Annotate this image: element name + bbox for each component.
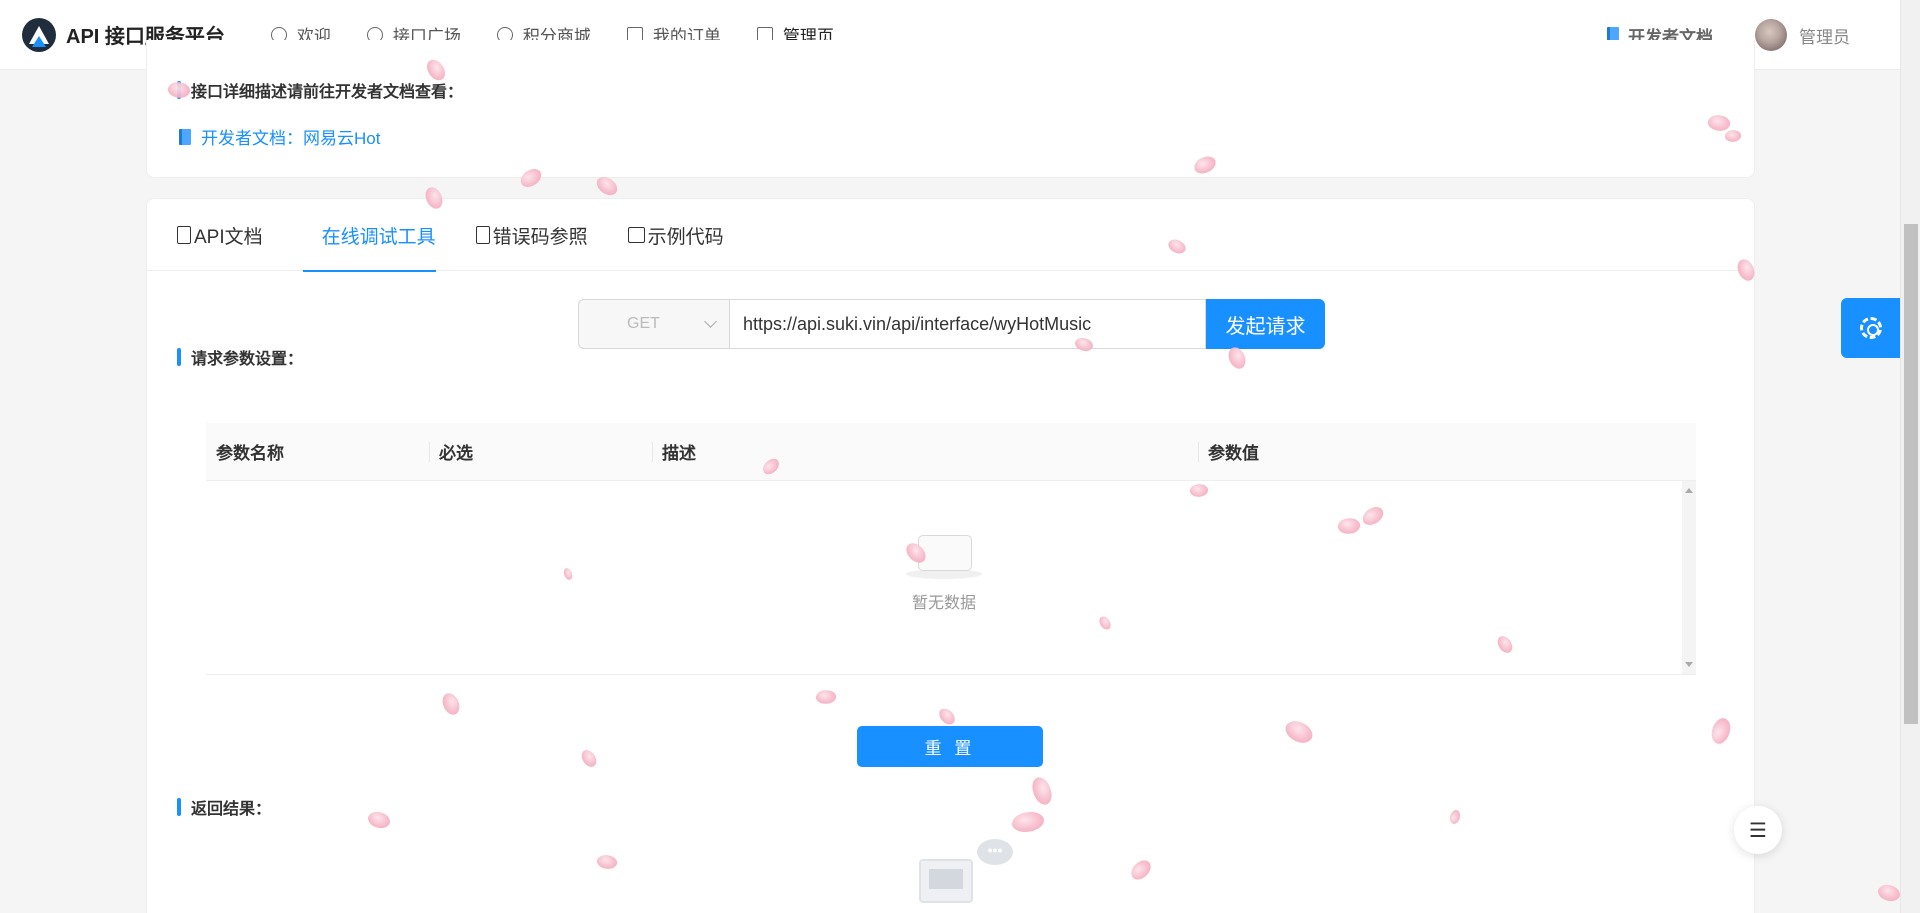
result-title-text: 返回结果： — [191, 801, 272, 818]
empty-text: 暂无数据 — [911, 595, 976, 612]
petal-decoration — [1875, 880, 1903, 906]
tab-bar: API文档 在线调试工具 错误码参照 示例代码 — [147, 199, 1754, 272]
table-header: 参数名称 必选 描述 参数值 — [206, 423, 1696, 481]
debug-card: API文档 在线调试工具 错误码参照 示例代码 GET https://api.… — [146, 198, 1755, 913]
chevron-down-icon — [704, 315, 717, 328]
file-icon — [177, 226, 191, 244]
result-title: 返回结果： — [177, 795, 271, 819]
avatar[interactable] — [1755, 19, 1787, 51]
gear-icon — [1859, 317, 1882, 339]
scrollbar-thumb[interactable] — [1904, 224, 1918, 724]
terminal-icon — [627, 227, 645, 243]
doc-hint-card: 接口详细描述请前往开发者文档查看： 开发者文档：网易云Hot — [146, 40, 1755, 178]
user-name: 管理员 — [1799, 27, 1850, 47]
table-scrollbar[interactable] — [1682, 481, 1696, 674]
toc-button[interactable]: ☰ — [1734, 806, 1782, 854]
tab-label: 在线调试工具 — [321, 226, 436, 248]
settings-button[interactable] — [1841, 298, 1900, 358]
tab-online-debug[interactable]: 在线调试工具 — [302, 199, 436, 272]
column-header: 参数值 — [1198, 423, 1696, 481]
method-value: GET — [627, 315, 660, 332]
column-header: 参数名称 — [216, 444, 284, 463]
tab-sample-code[interactable]: 示例代码 — [627, 199, 724, 271]
dev-doc-link-label: 开发者文档：网易云Hot — [201, 129, 381, 148]
params-title-text: 请求参数设置： — [191, 351, 304, 368]
user-menu[interactable]: 管理员 — [1755, 19, 1850, 51]
section-bar — [177, 798, 181, 816]
logo-icon — [22, 17, 56, 52]
page-scrollbar[interactable] — [1900, 0, 1920, 913]
dev-doc-link[interactable]: 开发者文档：网易云Hot — [179, 124, 380, 149]
params-table: 参数名称 必选 描述 参数值 暂无数据 — [206, 423, 1696, 675]
params-title: 请求参数设置： — [177, 345, 303, 369]
empty-state: 暂无数据 — [206, 531, 1682, 613]
list-icon: ☰ — [1749, 819, 1767, 842]
tab-label: 示例代码 — [647, 226, 724, 248]
url-value: https://api.suki.vin/api/interface/wyHot… — [743, 313, 1092, 334]
doc-hint-text: 接口详细描述请前往开发者文档查看： — [191, 84, 464, 101]
request-bar: GET https://api.suki.vin/api/interface/w… — [578, 299, 1325, 349]
tab-error-codes[interactable]: 错误码参照 — [475, 199, 588, 271]
table-body: 暂无数据 — [206, 481, 1696, 674]
tab-label: API文档 — [194, 226, 263, 248]
tab-label: 错误码参照 — [492, 226, 588, 248]
column-header: 描述 — [652, 423, 1198, 481]
book-icon — [179, 128, 191, 145]
doc-hint-title: 接口详细描述请前往开发者文档查看： — [177, 78, 463, 102]
method-select[interactable]: GET — [578, 299, 730, 349]
reset-button[interactable]: 重 置 — [857, 726, 1043, 767]
file-error-icon — [475, 226, 490, 244]
url-input[interactable]: https://api.suki.vin/api/interface/wyHot… — [730, 299, 1206, 349]
tab-api-doc[interactable]: API文档 — [177, 199, 263, 271]
section-bar — [177, 348, 181, 366]
result-placeholder-illustration: ••• — [905, 839, 1025, 913]
tool-icon — [303, 226, 319, 244]
column-header: 必选 — [429, 423, 652, 481]
send-request-button[interactable]: 发起请求 — [1206, 299, 1325, 349]
